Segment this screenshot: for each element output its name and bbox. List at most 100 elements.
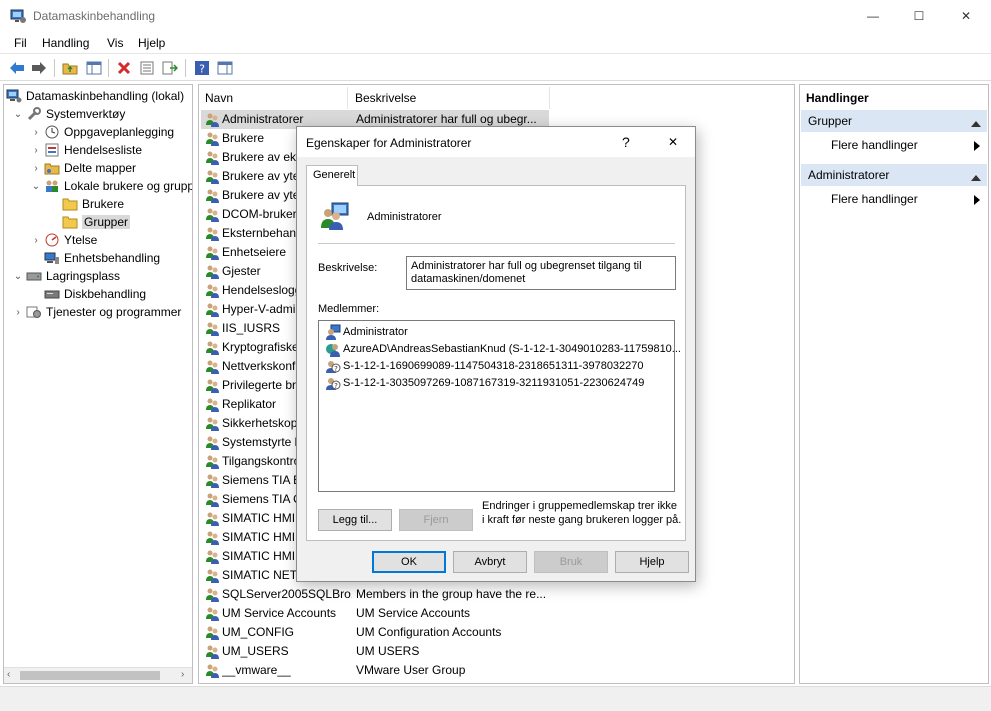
menu-help[interactable]: Hjelp [138,36,165,50]
tree-item-storage[interactable]: ⌄ Lagringsplass [12,267,120,285]
group-icon [205,301,221,317]
tree-item-users[interactable]: Brukere [62,195,124,213]
forward-icon[interactable] [29,58,49,78]
row-name: Administratorer [222,112,304,126]
group-icon [205,377,221,393]
event-viewer-icon [44,143,60,157]
section-title: Administratorer [808,168,890,182]
remove-member-button[interactable]: Fjern [399,509,473,531]
tree-item-services-apps[interactable]: › Tjenester og programmer [12,303,181,321]
users-icon [44,179,60,193]
section-title: Grupper [808,114,853,128]
menu-view[interactable]: Vis [107,36,123,50]
show-hide-console-tree-icon[interactable] [84,58,104,78]
tree-item-local-users-groups[interactable]: ⌄ Lokale brukere og grupper [30,177,192,195]
dialog-help-icon[interactable]: ? [622,134,630,150]
chevron-right-icon[interactable]: › [30,127,42,138]
actions-section-groups[interactable]: Grupper [801,110,987,132]
tree-item-shared-folders[interactable]: › Delte mapper [30,159,136,177]
chevron-right-icon[interactable]: › [30,145,42,156]
collapse-up-icon[interactable] [971,170,981,184]
tree-item-disk-management[interactable]: Diskbehandling [44,285,146,303]
show-hide-action-pane-icon[interactable] [215,58,235,78]
tree-item-groups[interactable]: Grupper [62,213,131,231]
apply-button[interactable]: Bruk [534,551,608,573]
chevron-right-icon[interactable]: › [30,163,42,174]
table-row[interactable]: UM_USERS UM USERS [201,642,791,661]
device-manager-icon [44,251,60,265]
tree-item-task-scheduler[interactable]: › Oppgaveplanlegging [30,123,174,141]
row-name: UM_USERS [222,644,289,658]
member-row[interactable]: ? S-1-12-1-1690699089-1147504318-2318651… [325,357,644,374]
members-label: Medlemmer: [318,303,380,315]
maximize-button[interactable]: ☐ [896,0,942,32]
svg-text:?: ? [334,382,338,390]
delete-icon[interactable] [114,58,134,78]
console-tree[interactable]: Datamaskinbehandling (lokal) ⌄ Systemver… [3,84,193,684]
action-more-actions-administrators[interactable]: Flere handlinger [831,192,980,206]
table-row[interactable]: UM_CONFIG UM Configuration Accounts [201,623,791,642]
tab-general[interactable]: Generelt [306,165,358,186]
close-button[interactable]: ✕ [943,0,989,32]
help-button[interactable]: Hjelp [615,551,689,573]
minimize-button[interactable]: — [850,0,896,32]
tree-horizontal-scrollbar[interactable]: ‹ › [4,667,192,683]
membership-note: Endringer i gruppemedlemskap trer ikke i… [482,500,682,526]
cancel-button[interactable]: Avbryt [453,551,527,573]
chevron-down-icon[interactable]: ⌄ [12,271,24,282]
members-list[interactable]: Administrator AzureAD\AndreasSebastianKn… [318,320,681,492]
member-row[interactable]: Administrator [325,323,408,340]
chevron-right-icon[interactable]: › [30,235,42,246]
properties-icon[interactable] [137,58,157,78]
export-list-icon[interactable] [160,58,180,78]
action-more-actions-groups[interactable]: Flere handlinger [831,138,980,152]
column-header-description[interactable]: Beskrivelse [355,87,416,109]
member-row[interactable]: AzureAD\AndreasSebastianKnud (S-1-12-1-3… [325,340,681,357]
group-icon [205,510,221,526]
tree-item-event-viewer[interactable]: › Hendelsesliste [30,141,142,159]
description-label: Beskrivelse: [318,262,378,274]
menu-action[interactable]: Handling [42,36,89,50]
computer-management-icon [10,8,26,24]
chevron-down-icon[interactable]: ⌄ [30,181,42,192]
group-icon [205,358,221,374]
group-icon [205,529,221,545]
scroll-left-icon[interactable]: ‹ [7,669,10,680]
help-icon[interactable]: ? [192,58,212,78]
tree-item-performance[interactable]: › Ytelse [30,231,97,249]
tree-item-device-manager[interactable]: Enhetsbehandling [44,249,160,267]
table-row[interactable]: __vmware__ VMware User Group [201,661,791,680]
ok-button[interactable]: OK [372,551,446,573]
group-icon [205,567,221,583]
table-row[interactable]: SQLServer2005SQLBro... Members in the gro… [201,585,791,604]
performance-icon [44,233,60,247]
scroll-right-icon[interactable]: › [181,669,184,680]
group-icon [205,206,221,222]
member-row[interactable]: ? S-1-12-1-3035097269-1087167319-3211931… [325,374,644,391]
menu-bar: Fil Handling Vis Hjelp [0,32,991,54]
scroll-thumb[interactable] [20,671,160,680]
table-row[interactable]: UM Service Accounts UM Service Accounts [201,604,791,623]
storage-icon [26,269,42,283]
description-field[interactable]: Administratorer har full og ubegrenset t… [406,256,676,290]
row-name: UM Service Accounts [222,606,337,620]
dialog-close-button[interactable]: ✕ [657,130,689,154]
group-icon [205,472,221,488]
up-folder-icon[interactable] [60,58,80,78]
add-member-button[interactable]: Legg til... [318,509,392,531]
actions-section-administrators[interactable]: Administratorer [801,164,987,186]
tree-item-computer-management[interactable]: Datamaskinbehandling (lokal) [6,87,184,105]
tree-item-system-tools[interactable]: ⌄ Systemverktøy [12,105,125,123]
group-icon [205,339,221,355]
group-name: Administratorer [367,211,442,223]
back-icon[interactable] [7,58,27,78]
collapse-up-icon[interactable] [971,116,981,130]
svg-text:?: ? [334,365,338,373]
group-icon [205,662,221,678]
actions-pane: Handlinger Grupper Flere handlinger Admi… [799,84,989,684]
menu-file[interactable]: Fil [14,36,27,50]
column-header-name[interactable]: Navn [205,87,233,109]
row-description: UM Configuration Accounts [356,625,502,639]
chevron-down-icon[interactable]: ⌄ [12,109,24,120]
chevron-right-icon[interactable]: › [12,307,24,318]
